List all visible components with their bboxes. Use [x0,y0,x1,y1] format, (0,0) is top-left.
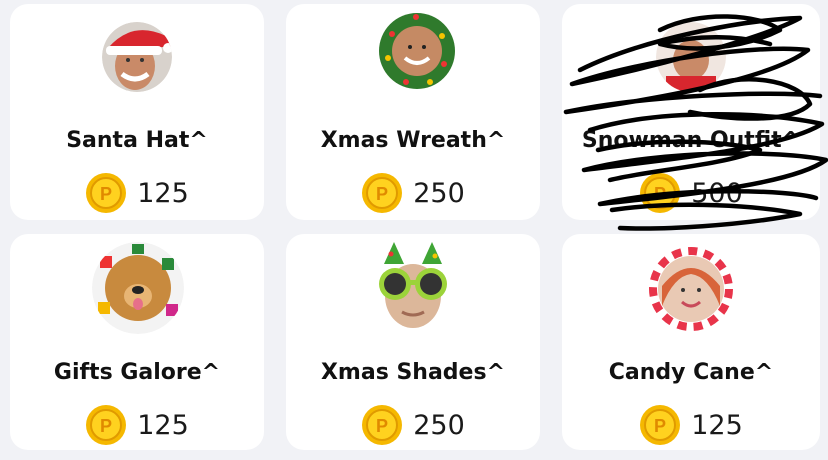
coin-icon: P [86,173,127,213]
price-value: 125 [137,409,189,441]
price-value: 250 [413,177,465,209]
item-name: Xmas Wreath^ [320,128,506,153]
coin-icon: P [640,405,681,445]
item-card-xmas-shades[interactable]: Xmas Shades^ P 250 [286,234,540,450]
price-value: 125 [137,177,189,209]
coin-icon: P [640,173,681,213]
item-price: P 500 [562,172,820,214]
coin-symbol: P [376,184,388,204]
coin-symbol: P [100,184,112,204]
xmas-wreath-avatar-icon [378,12,456,90]
coin-icon: P [86,405,127,445]
item-card-candy-cane[interactable]: Candy Cane^ P 125 [562,234,820,450]
item-card-gifts-galore[interactable]: Gifts Galore^ P 125 [10,234,264,450]
item-name: Xmas Shades^ [320,360,506,385]
coin-symbol: P [654,184,666,204]
item-name: Candy Cane^ [608,360,774,385]
coin-symbol: P [654,416,666,436]
coin-icon: P [362,173,403,213]
item-card-xmas-wreath[interactable]: Xmas Wreath^ P 250 [286,4,540,220]
item-price: P 125 [10,172,264,214]
item-card-santa-hat[interactable]: Santa Hat^ P 125 [10,4,264,220]
candy-cane-avatar-icon [648,246,734,332]
coin-icon: P [362,405,403,445]
item-price: P 125 [562,404,820,446]
coin-symbol: P [376,416,388,436]
coin-symbol: P [100,416,112,436]
item-price: P 125 [10,404,264,446]
item-price: P 250 [286,172,540,214]
gifts-galore-avatar-icon [92,242,184,334]
xmas-shades-avatar-icon [364,238,462,330]
item-name: Gifts Galore^ [53,360,221,385]
snowman-outfit-avatar-icon [656,22,726,92]
item-card-snowman-outfit[interactable]: Snowman Outfit^ P 500 [562,4,820,220]
price-value: 500 [691,177,743,209]
item-price: P 250 [286,404,540,446]
item-name: Snowman Outfit^ [581,128,801,153]
price-value: 250 [413,409,465,441]
item-name: Santa Hat^ [66,128,208,153]
price-value: 125 [691,409,743,441]
santa-hat-avatar-icon [102,22,172,92]
